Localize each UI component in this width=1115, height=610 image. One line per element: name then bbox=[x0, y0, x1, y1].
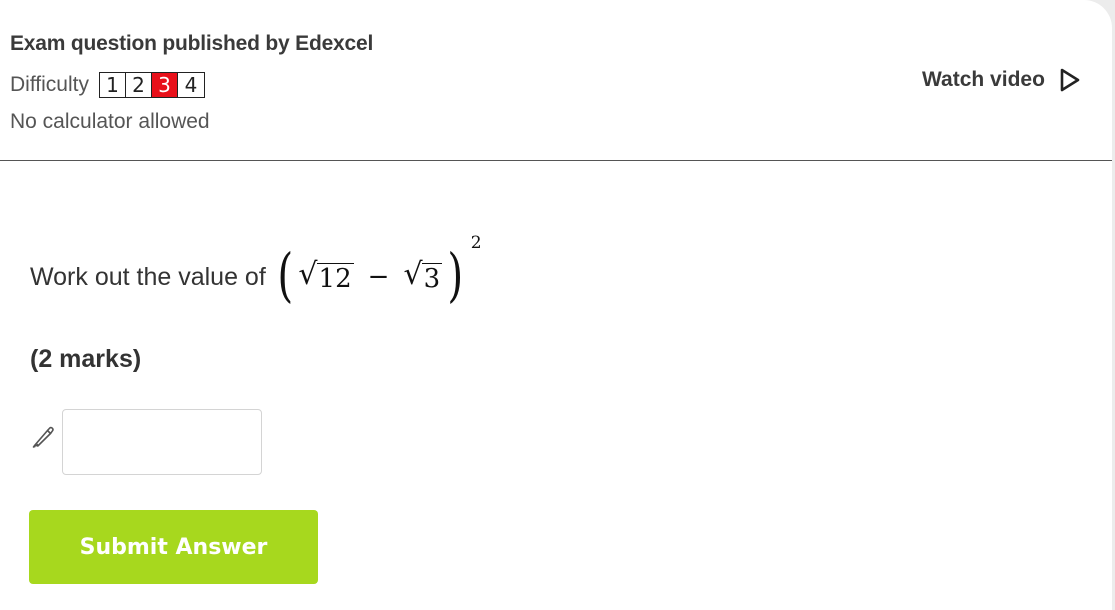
exponent: 2 bbox=[470, 233, 482, 253]
minus-operator: − bbox=[367, 262, 390, 292]
math-expression: ( √ 12 − √ 3 ) 2 bbox=[274, 233, 481, 304]
exam-title: Exam question published by Edexcel bbox=[10, 32, 374, 55]
difficulty-level-1: 1 bbox=[99, 73, 126, 97]
answer-input[interactable] bbox=[62, 409, 262, 475]
difficulty-scale: 1 2 3 4 bbox=[98, 72, 205, 98]
watch-video-label: Watch video bbox=[922, 68, 1045, 91]
radicand-3: 3 bbox=[421, 263, 443, 295]
math-open-paren: ( bbox=[277, 241, 294, 309]
difficulty-row: Difficulty 1 2 3 4 bbox=[10, 72, 205, 98]
pencil-icon bbox=[32, 426, 54, 448]
radicand-12: 12 bbox=[316, 263, 354, 295]
difficulty-level-3: 3 bbox=[151, 73, 178, 97]
math-close-paren: ) bbox=[447, 241, 464, 309]
radical-sign-2: √ bbox=[403, 257, 423, 293]
calculator-note: No calculator allowed bbox=[10, 110, 210, 133]
difficulty-level-2: 2 bbox=[125, 73, 152, 97]
sqrt-3: √ 3 bbox=[403, 257, 443, 295]
marks-label: (2 marks) bbox=[30, 345, 142, 373]
submit-answer-button[interactable]: Submit Answer bbox=[29, 510, 318, 584]
play-icon bbox=[1060, 68, 1080, 92]
radical-sign-1: √ bbox=[298, 257, 318, 293]
watch-video-link[interactable]: Watch video bbox=[922, 68, 1081, 92]
question-line: Work out the value of ( √ 12 − √ 3 ) 2 bbox=[30, 232, 482, 322]
difficulty-level-4: 4 bbox=[177, 73, 204, 97]
question-header: Exam question published by Edexcel Diffi… bbox=[0, 0, 1112, 161]
question-card: Exam question published by Edexcel Diffi… bbox=[0, 0, 1112, 610]
question-prompt: Work out the value of bbox=[30, 262, 266, 291]
difficulty-label: Difficulty bbox=[10, 73, 89, 96]
sqrt-12: √ 12 bbox=[298, 257, 354, 295]
